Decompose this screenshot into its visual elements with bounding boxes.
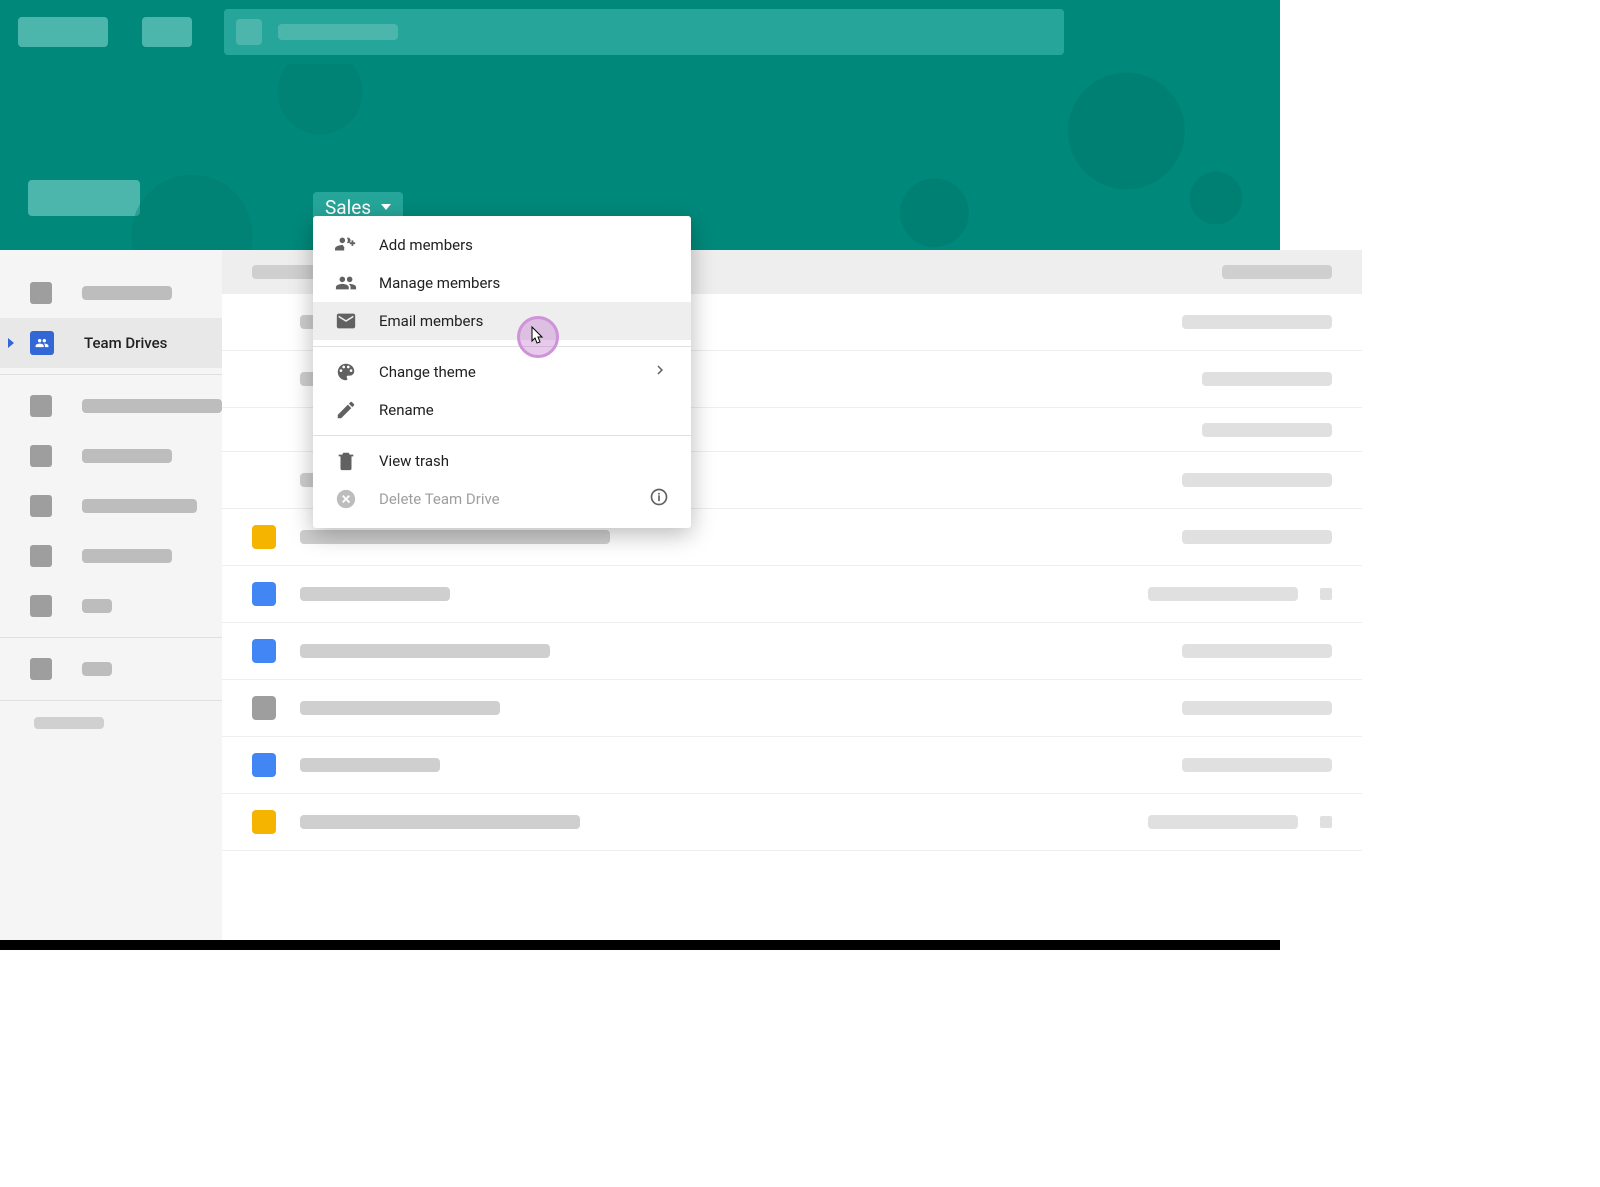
sidebar-icon [30,658,52,680]
file-meta [1182,315,1332,329]
menu-add-members[interactable]: Add members [313,226,691,264]
menu-rename[interactable]: Rename [313,391,691,429]
sidebar-label [82,662,112,676]
file-name [300,644,550,658]
sidebar-item[interactable] [0,481,222,531]
file-row[interactable] [222,566,1362,623]
menu-label: Delete Team Drive [379,490,500,508]
file-meta [1182,530,1332,544]
menu-view-trash[interactable]: View trash [313,442,691,480]
file-type-icon [252,525,276,549]
sidebar-separator [0,637,222,638]
team-drives-icon [30,331,54,355]
row-action-icon[interactable] [1320,816,1332,828]
file-type-icon [252,810,276,834]
people-icon [335,272,357,294]
sidebar-label [82,499,197,513]
chevron-right-icon [651,361,669,383]
sidebar-icon [30,495,52,517]
close-circle-icon [335,488,357,510]
file-meta [1182,473,1332,487]
sidebar-team-drives-label: Team Drives [84,334,167,352]
file-meta [1148,587,1298,601]
menu-label: Manage members [379,274,500,292]
file-type-icon [252,582,276,606]
sidebar-item[interactable] [0,381,222,431]
apps-button-placeholder[interactable] [142,17,192,47]
file-meta [1182,644,1332,658]
sidebar-icon [30,545,52,567]
file-name [300,758,440,772]
sidebar-separator [0,700,222,701]
file-meta [1148,815,1298,829]
section-meta [1202,423,1332,437]
info-icon[interactable] [649,487,669,511]
sidebar-item[interactable] [0,581,222,631]
file-meta [1182,758,1332,772]
row-action-icon[interactable] [1320,588,1332,600]
trash-icon [335,450,357,472]
search-box[interactable] [224,9,1064,55]
add-members-icon [335,234,357,256]
edit-icon [335,399,357,421]
file-row[interactable] [222,623,1362,680]
menu-separator [313,346,691,347]
sidebar-item[interactable] [0,431,222,481]
sidebar-label [82,599,112,613]
bottom-border [0,940,1280,950]
column-header-meta[interactable] [1222,265,1332,279]
sidebar-footnote [34,717,104,729]
menu-separator [313,435,691,436]
menu-label: Change theme [379,363,476,381]
sidebar: Team Drives [0,250,222,950]
sidebar-icon [30,445,52,467]
menu-manage-members[interactable]: Manage members [313,264,691,302]
menu-label: View trash [379,452,449,470]
sidebar-label [82,399,222,413]
cursor-click-indicator [517,316,559,358]
file-name [300,530,610,544]
file-row[interactable] [222,737,1362,794]
sidebar-separator [0,374,222,375]
team-drive-context-menu: Add members Manage members Email members… [313,216,691,528]
file-name [300,587,450,601]
expand-caret-icon [8,338,14,348]
menu-label: Rename [379,401,434,419]
search-icon [236,19,262,45]
new-button[interactable] [28,180,140,216]
search-placeholder [278,24,398,40]
sidebar-icon [30,395,52,417]
file-name [300,701,500,715]
file-row[interactable] [222,680,1362,737]
file-meta [1202,372,1332,386]
logo-placeholder [18,17,108,47]
menu-delete-team-drive: Delete Team Drive [313,480,691,518]
sidebar-icon [30,282,52,304]
file-meta [1182,701,1332,715]
menu-label: Add members [379,236,473,254]
file-type-icon [252,696,276,720]
menu-label: Email members [379,312,483,330]
file-type-icon [252,639,276,663]
sidebar-item[interactable] [0,644,222,694]
file-row[interactable] [222,794,1362,851]
palette-icon [335,361,357,383]
sidebar-label [82,549,172,563]
sidebar-item-team-drives[interactable]: Team Drives [0,318,222,368]
sidebar-item[interactable] [0,531,222,581]
top-bar [0,0,1280,64]
caret-down-icon [381,204,391,210]
email-icon [335,310,357,332]
file-type-icon [252,753,276,777]
sidebar-item[interactable] [0,268,222,318]
sidebar-label [82,449,172,463]
menu-change-theme[interactable]: Change theme [313,353,691,391]
menu-email-members[interactable]: Email members [313,302,691,340]
sidebar-icon [30,595,52,617]
file-name [300,815,580,829]
sidebar-label [82,286,172,300]
